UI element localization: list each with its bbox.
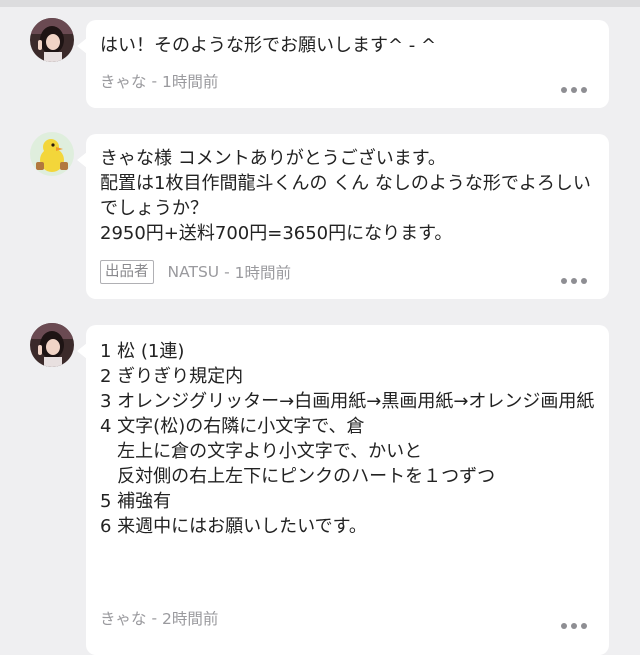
- comment-text: 1 松 (1連) 2 ぎりぎり規定内 3 オレンジグリッター→白画用紙→黒画用紙…: [100, 341, 595, 537]
- top-divider: [0, 0, 640, 7]
- comment-text: はい！そのような形でお願いします^ - ^: [100, 35, 437, 56]
- comment-text: きゃな様 コメントありがとうございます。 配置は1枚目作間龍斗くんの くん なし…: [100, 148, 591, 244]
- comment-time: 2時間前: [161, 610, 219, 628]
- user-avatar-icon[interactable]: [30, 132, 74, 176]
- user-avatar-icon[interactable]: [30, 323, 74, 367]
- seller-badge: 出品者: [100, 260, 154, 284]
- more-options-icon[interactable]: [561, 278, 587, 284]
- comment-meta: 出品者 NATSU - 1時間前: [100, 260, 291, 284]
- more-options-icon[interactable]: [561, 623, 587, 629]
- comment-meta: きゃな - 1時間前: [100, 70, 218, 92]
- comment-bubble: 1 松 (1連) 2 ぎりぎり規定内 3 オレンジグリッター→白画用紙→黒画用紙…: [77, 325, 609, 655]
- meta-separator: -: [219, 263, 235, 281]
- comment-author[interactable]: きゃな: [100, 607, 147, 629]
- comment-meta: きゃな - 2時間前: [100, 607, 218, 629]
- comment-time: 1時間前: [234, 264, 291, 282]
- more-options-icon[interactable]: [561, 87, 587, 93]
- comment-time: 1時間前: [161, 73, 219, 91]
- comment-bubble: はい！そのような形でお願いします^ - ^ きゃな - 1時間前: [77, 20, 609, 108]
- comment-author[interactable]: きゃな: [100, 70, 147, 92]
- comment-author[interactable]: NATSU: [168, 263, 220, 281]
- meta-separator: -: [146, 609, 162, 627]
- user-avatar-icon[interactable]: [30, 18, 74, 62]
- comment-bubble: きゃな様 コメントありがとうございます。 配置は1枚目作間龍斗くんの くん なし…: [77, 134, 609, 299]
- meta-separator: -: [146, 72, 162, 90]
